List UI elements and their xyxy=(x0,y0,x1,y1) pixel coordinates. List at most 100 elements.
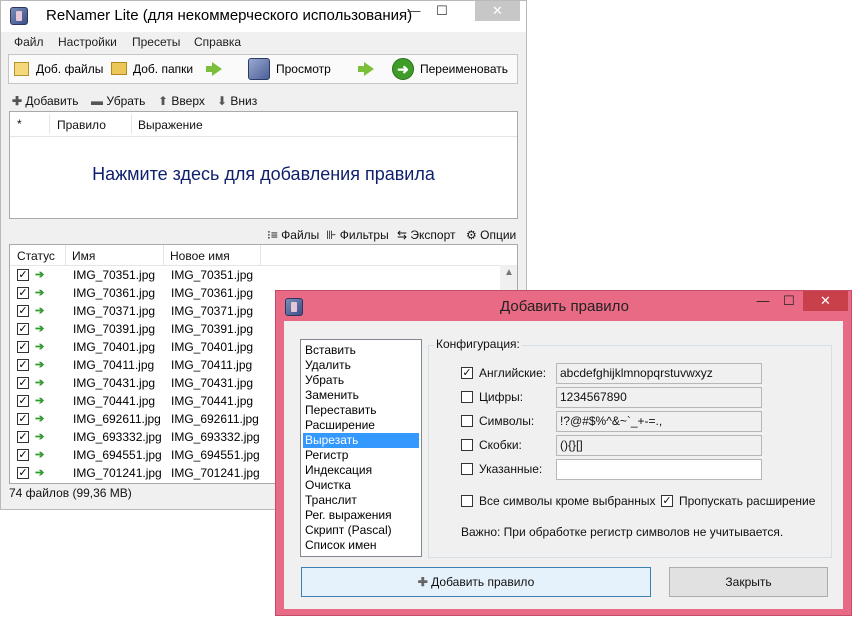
dialog-maximize-button[interactable]: ☐ xyxy=(776,291,802,311)
export-menu[interactable]: ⇆ Экспорт xyxy=(397,228,456,242)
menu-file[interactable]: Файл xyxy=(14,35,44,49)
file-name: IMG_70351.jpg xyxy=(73,268,156,282)
option-value-field[interactable] xyxy=(556,459,762,480)
file-name: IMG_692611.jpg xyxy=(73,412,161,426)
green-arrow-icon: ➔ xyxy=(35,341,45,353)
new-file-name: IMG_701241.jpg xyxy=(171,466,260,480)
menu-help[interactable]: Справка xyxy=(194,35,241,49)
rule-type-item[interactable]: Индексация xyxy=(303,463,419,478)
close-button[interactable]: ✕ xyxy=(475,1,520,21)
arrow-up-icon: ⬆ xyxy=(158,94,169,108)
arrow-right-icon xyxy=(358,62,374,76)
rules-list[interactable]: * Правило Выражение Нажмите здесь для до… xyxy=(9,111,518,219)
file-name: IMG_70391.jpg xyxy=(73,322,156,336)
rule-type-item[interactable]: Рег. выражения xyxy=(303,508,419,523)
move-up-label: Вверх xyxy=(171,94,205,108)
add-rule-prompt[interactable]: Нажмите здесь для добавления правила xyxy=(10,164,517,185)
scroll-up-icon[interactable]: ▲ xyxy=(504,267,514,278)
add-rule-button[interactable]: ✚ Добавить правило xyxy=(301,567,651,597)
menu-settings[interactable]: Настройки xyxy=(58,35,117,49)
dialog-minimize-button[interactable]: — xyxy=(750,291,776,311)
row-checkbox[interactable]: ✓ xyxy=(17,305,29,317)
option-label: Указанные: xyxy=(479,462,543,476)
add-rule-link[interactable]: ✚ Добавить xyxy=(12,94,78,108)
option-value-field[interactable]: (){}[] xyxy=(556,435,762,456)
row-checkbox[interactable]: ✓ xyxy=(17,413,29,425)
column-rule[interactable]: Правило xyxy=(57,118,106,132)
row-checkbox[interactable]: ✓ xyxy=(17,431,29,443)
move-down-link[interactable]: ⬇ Вниз xyxy=(217,94,257,108)
rule-type-item[interactable]: Скрипт (Pascal) xyxy=(303,523,419,538)
option-checkbox[interactable]: ✓ xyxy=(461,367,473,379)
menu-presets[interactable]: Пресеты xyxy=(132,35,180,49)
green-arrow-icon: ➔ xyxy=(35,449,45,461)
rule-type-item[interactable]: Вставить xyxy=(303,343,419,358)
rule-type-item[interactable]: Переставить xyxy=(303,403,419,418)
options-menu[interactable]: ⚙ Опции xyxy=(466,228,516,242)
option-checkbox[interactable] xyxy=(461,391,473,403)
option-value-field[interactable]: !?@#$%^&~`_+-=., xyxy=(556,411,762,432)
config-option: Цифры: 1234567890 xyxy=(461,387,821,409)
column-new-name[interactable]: Новое имя xyxy=(170,249,230,263)
rule-type-list[interactable]: Вставить Удалить Убрать Заменить Переставить… xyxy=(300,339,422,557)
column-status[interactable]: Статус xyxy=(17,249,55,263)
column-num[interactable]: * xyxy=(17,117,22,131)
config-option: Символы: !?@#$%^&~`_+-=., xyxy=(461,411,821,433)
new-file-name: IMG_693332.jpg xyxy=(171,430,260,444)
green-arrow-icon: ➔ xyxy=(35,377,45,389)
row-checkbox[interactable]: ✓ xyxy=(17,449,29,461)
row-checkbox[interactable]: ✓ xyxy=(17,341,29,353)
row-checkbox[interactable]: ✓ xyxy=(17,467,29,479)
file-name: IMG_693332.jpg xyxy=(73,430,162,444)
row-checkbox[interactable]: ✓ xyxy=(17,395,29,407)
green-arrow-icon: ➔ xyxy=(35,431,45,443)
file-name: IMG_70371.jpg xyxy=(73,304,156,318)
column-name[interactable]: Имя xyxy=(72,249,95,263)
new-file-name: IMG_70431.jpg xyxy=(171,376,254,390)
rule-type-item[interactable]: Убрать xyxy=(303,373,419,388)
rule-type-item[interactable]: Заменить xyxy=(303,388,419,403)
option-value-field[interactable]: abcdefghijklmnopqrstuvwxyz xyxy=(556,363,762,384)
new-file-name: IMG_70411.jpg xyxy=(171,358,253,372)
maximize-button[interactable]: ☐ xyxy=(429,1,455,21)
files-menu[interactable]: ⁝≡ Файлы xyxy=(267,228,319,242)
new-file-name: IMG_70391.jpg xyxy=(171,322,254,336)
move-up-link[interactable]: ⬆ Вверх xyxy=(158,94,205,108)
row-checkbox[interactable]: ✓ xyxy=(17,323,29,335)
remove-rule-link[interactable]: ▬ Убрать xyxy=(91,94,145,108)
row-checkbox[interactable]: ✓ xyxy=(17,359,29,371)
row-checkbox[interactable]: ✓ xyxy=(17,269,29,281)
remove-rule-label: Убрать xyxy=(106,94,146,108)
rule-type-item[interactable]: Удалить xyxy=(303,358,419,373)
rule-type-item[interactable]: Транслит xyxy=(303,493,419,508)
preview-label: Просмотр xyxy=(276,62,331,76)
rule-type-item[interactable]: Список имен xyxy=(303,538,419,553)
option-checkbox[interactable] xyxy=(461,463,473,475)
config-option: Указанные: xyxy=(461,459,821,481)
option-label: Английские: xyxy=(479,366,547,380)
option-checkbox[interactable] xyxy=(461,439,473,451)
all-except-checkbox[interactable] xyxy=(461,495,473,507)
option-checkbox[interactable] xyxy=(461,415,473,427)
row-checkbox[interactable]: ✓ xyxy=(17,377,29,389)
table-row[interactable]: ✓ ➔ IMG_70351.jpg IMG_70351.jpg xyxy=(10,266,500,284)
rule-type-item[interactable]: Очистка xyxy=(303,478,419,493)
dialog-close-icon[interactable]: ✕ xyxy=(803,291,848,311)
rule-type-item[interactable]: Регистр xyxy=(303,448,419,463)
new-file-name: IMG_70351.jpg xyxy=(171,268,254,282)
minimize-button[interactable]: — xyxy=(401,1,427,21)
filters-menu[interactable]: ⊪ Фильтры xyxy=(326,228,389,242)
plus-icon: ✚ xyxy=(12,94,23,108)
option-value-field[interactable]: 1234567890 xyxy=(556,387,762,408)
plus-icon: ✚ xyxy=(417,575,428,589)
skip-extension-checkbox[interactable]: ✓ xyxy=(661,495,673,507)
row-checkbox[interactable]: ✓ xyxy=(17,287,29,299)
column-expression[interactable]: Выражение xyxy=(138,118,203,132)
green-arrow-icon: ➔ xyxy=(35,305,45,317)
rule-type-item[interactable]: Вырезать xyxy=(303,433,419,448)
add-folders-label: Доб. папки xyxy=(133,62,194,76)
close-button[interactable]: Закрыть xyxy=(669,567,828,597)
move-down-label: Вниз xyxy=(230,94,258,108)
rule-type-item[interactable]: Расширение xyxy=(303,418,419,433)
options-icon: ⚙ xyxy=(466,228,477,242)
